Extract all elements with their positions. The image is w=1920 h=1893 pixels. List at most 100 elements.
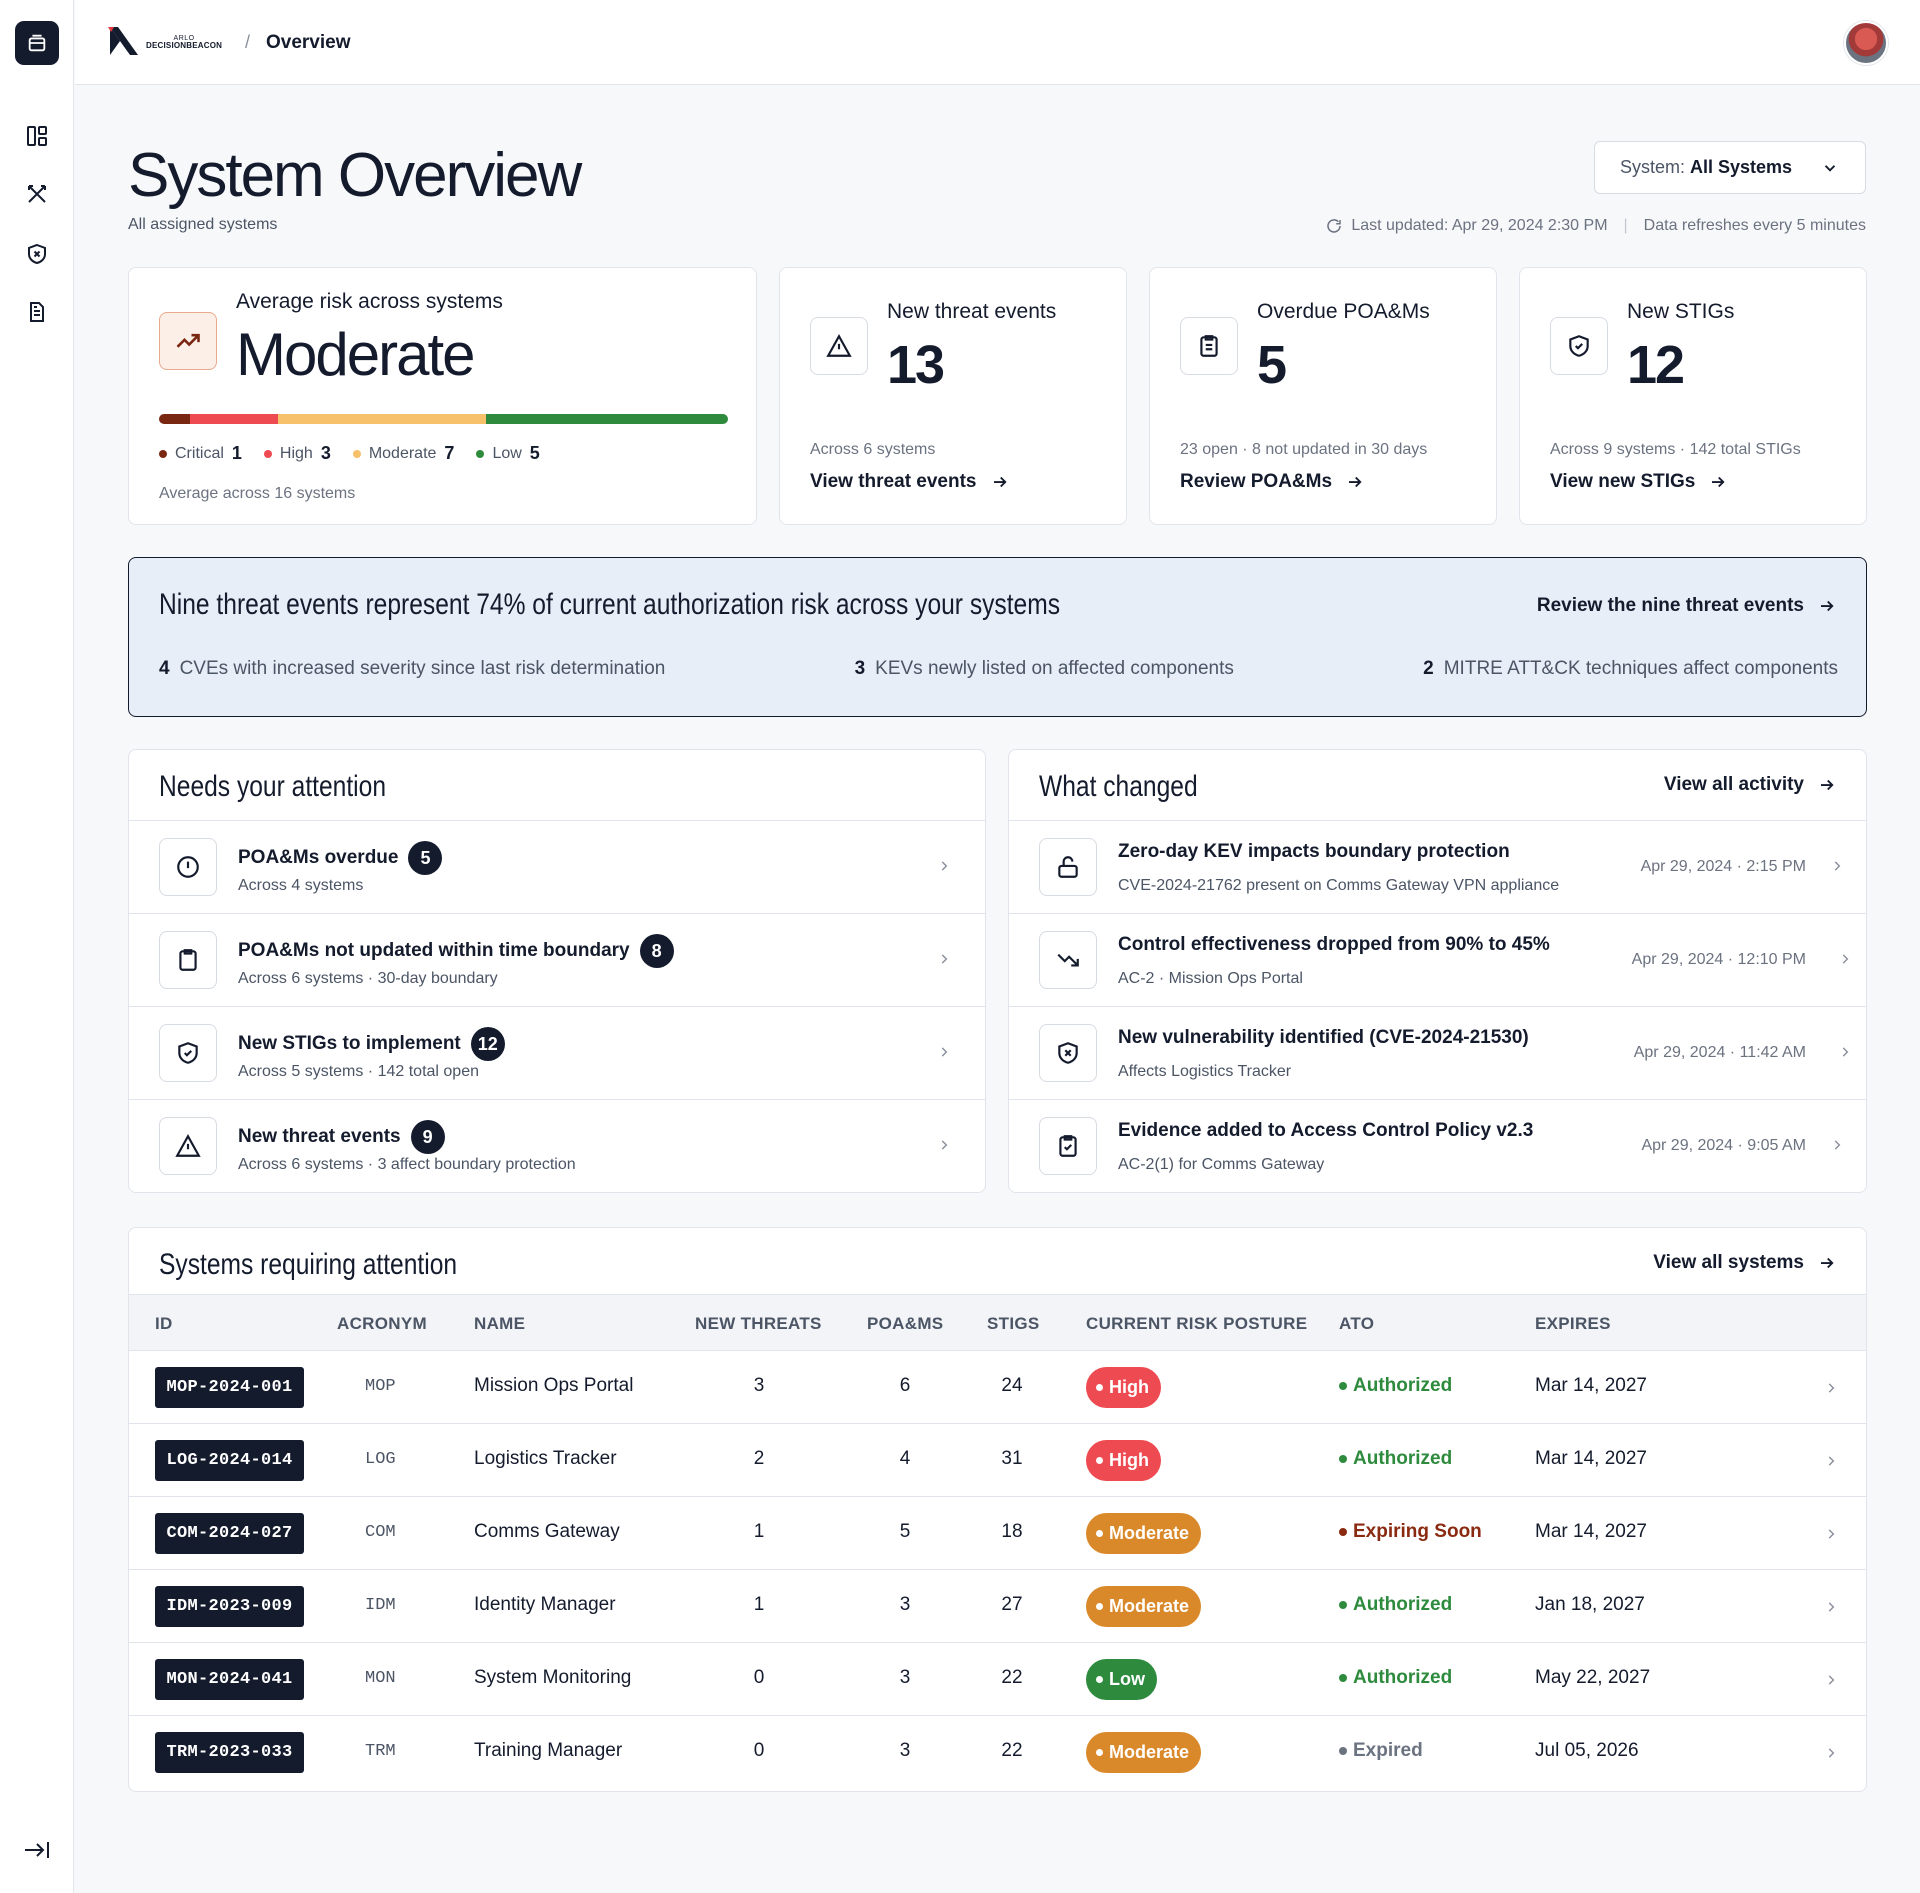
chevron-right-icon bbox=[1828, 1602, 1835, 1612]
legend-count: 7 bbox=[444, 443, 455, 463]
column-header[interactable]: NEW THREATS bbox=[695, 1314, 822, 1334]
chevron-right-icon bbox=[1842, 1047, 1849, 1057]
top-bar: ARLO DECISIONBEACON / Overview bbox=[75, 0, 1920, 85]
view-all-systems-link[interactable]: View all systems bbox=[1653, 1252, 1836, 1274]
new-threats-count: 3 bbox=[753, 1375, 765, 1396]
attention-row[interactable]: New STIGs to implement 12 Across 5 system… bbox=[129, 1007, 985, 1100]
row-sub: AC-2 · Mission Ops Portal bbox=[1118, 970, 1303, 987]
chevron-right-icon bbox=[941, 1047, 948, 1057]
row-time: Apr 29, 2024 · 9:05 AM bbox=[1641, 1137, 1806, 1154]
view-threat-events-link[interactable]: View threat events bbox=[810, 471, 1009, 493]
chevron-right-icon bbox=[941, 861, 948, 871]
nav-threats[interactable] bbox=[23, 180, 51, 208]
collapse-arrow-icon bbox=[25, 1842, 49, 1858]
row-icon-box bbox=[159, 838, 217, 896]
risk-segment-low bbox=[486, 414, 728, 424]
brand-name: DECISIONBEACON bbox=[146, 40, 223, 50]
risk-posture-label: Low bbox=[1109, 1669, 1145, 1689]
activity-row[interactable]: Evidence added to Access Control Policy … bbox=[1009, 1100, 1866, 1193]
activity-row[interactable]: Zero-day KEV impacts boundary protection… bbox=[1009, 821, 1866, 914]
chevron-right-icon bbox=[941, 1140, 948, 1150]
fact-count: 3 bbox=[854, 658, 866, 679]
stigs-count: 24 bbox=[1001, 1375, 1023, 1396]
expand-sidebar-button[interactable] bbox=[23, 1836, 51, 1864]
row-title: Control effectiveness dropped from 90% t… bbox=[1118, 934, 1550, 955]
column-header[interactable]: CURRENT RISK POSTURE bbox=[1086, 1314, 1307, 1334]
chevron-right-icon bbox=[941, 954, 948, 964]
brand-logo[interactable]: ARLO DECISIONBEACON bbox=[106, 25, 222, 59]
poams-count: 3 bbox=[899, 1667, 911, 1688]
view-all-activity-link[interactable]: View all activity bbox=[1664, 774, 1836, 796]
count-badge: 5 bbox=[408, 841, 443, 875]
nav-dashboard[interactable] bbox=[23, 122, 51, 150]
table-row[interactable]: TRM-2023-033 TRM Training Manager 0 3 22 Moder… bbox=[129, 1716, 1866, 1789]
expires-date: Mar 14, 2027 bbox=[1535, 1521, 1647, 1542]
clipboard-check-icon bbox=[1059, 1135, 1077, 1157]
chevron-right-icon bbox=[1842, 954, 1849, 964]
stat-label: Overdue POA&Ms bbox=[1257, 300, 1430, 323]
risk-icon-box bbox=[159, 312, 217, 370]
system-select-value: All Systems bbox=[1690, 157, 1793, 177]
user-avatar[interactable] bbox=[1844, 21, 1888, 65]
row-title: New threat events bbox=[238, 1126, 401, 1147]
expires-date: Mar 14, 2027 bbox=[1535, 1448, 1647, 1469]
legend-label: Moderate bbox=[368, 444, 437, 462]
stat-sub: 23 open · 8 not updated in 30 days bbox=[1180, 441, 1428, 458]
chevron-right-icon bbox=[1834, 861, 1841, 871]
system-id-chip: MON-2024-041 bbox=[155, 1659, 304, 1700]
table-row[interactable]: COM-2024-027 COM Comms Gateway 1 5 18 Moderate… bbox=[129, 1497, 1866, 1570]
decisionbeacon-logo-icon bbox=[108, 27, 138, 55]
fact-text: KEVs newly listed on affected components bbox=[875, 658, 1234, 679]
column-header[interactable]: ACRONYM bbox=[337, 1314, 427, 1334]
attention-row[interactable]: New threat events 9 Across 6 systems · 3 … bbox=[129, 1100, 985, 1193]
nav-security[interactable] bbox=[23, 240, 51, 268]
poams-count: 6 bbox=[899, 1375, 911, 1396]
insight-link-label: Review the nine threat events bbox=[1536, 595, 1804, 616]
panel-title: What changed bbox=[1039, 770, 1198, 803]
fact-count: 4 bbox=[159, 658, 170, 679]
app-switcher-button[interactable] bbox=[15, 21, 59, 65]
legend-count: 1 bbox=[231, 443, 242, 463]
arrow-right-icon bbox=[1821, 1257, 1834, 1269]
system-name: Mission Ops Portal bbox=[474, 1375, 634, 1396]
unlock-icon bbox=[1058, 856, 1078, 878]
insight-title: Nine threat events represent 74% of curr… bbox=[159, 588, 1061, 621]
attention-row[interactable]: POA&Ms not updated within time boundary 8… bbox=[129, 914, 985, 1007]
table-row[interactable]: MOP-2024-001 MOP Mission Ops Portal 3 6 24 Hig… bbox=[129, 1351, 1866, 1424]
column-header[interactable]: STIGS bbox=[987, 1314, 1040, 1334]
column-header[interactable]: POA&MS bbox=[867, 1314, 943, 1334]
ato-status: Authorized bbox=[1339, 1375, 1452, 1397]
legend-count: 5 bbox=[529, 443, 540, 463]
activity-row[interactable]: Control effectiveness dropped from 90% t… bbox=[1009, 914, 1866, 1007]
table-row[interactable]: LOG-2024-014 LOG Logistics Tracker 2 4 31 High… bbox=[129, 1424, 1866, 1497]
table-header: ID ACRONYM NAME NEW THREATS POA&MS STIGS… bbox=[129, 1294, 1866, 1351]
chevron-down-icon bbox=[1824, 165, 1836, 172]
stat-sub: Across 6 systems bbox=[810, 441, 936, 458]
table-row[interactable]: IDM-2023-009 IDM Identity Manager 1 3 27 Moder… bbox=[129, 1570, 1866, 1643]
activity-row[interactable]: New vulnerability identified (CVE-2024-2… bbox=[1009, 1007, 1866, 1100]
view-new-stigs-link[interactable]: View new STIGs bbox=[1550, 471, 1727, 493]
ato-status: Expired bbox=[1339, 1740, 1423, 1762]
table-row[interactable]: MON-2024-041 MON System Monitoring 0 3 22 Low A… bbox=[129, 1643, 1866, 1716]
review-nine-threats-link[interactable]: Review the nine threat events bbox=[1537, 595, 1836, 617]
ato-status: Expiring Soon bbox=[1339, 1521, 1482, 1543]
row-icon-box bbox=[159, 1117, 217, 1175]
review-poams-link[interactable]: Review POA&Ms bbox=[1180, 471, 1364, 493]
row-title: New STIGs to implement bbox=[238, 1033, 461, 1054]
risk-posture-label: Moderate bbox=[1109, 1523, 1190, 1543]
column-header[interactable]: ATO bbox=[1339, 1314, 1374, 1334]
legend-item: Moderate 7 bbox=[352, 443, 455, 464]
attention-row[interactable]: POA&Ms overdue 5 Across 4 systems bbox=[129, 821, 985, 914]
ato-label: Authorized bbox=[1353, 1448, 1453, 1469]
row-sub: AC-2(1) for Comms Gateway bbox=[1118, 1156, 1325, 1173]
row-icon-box bbox=[1039, 838, 1097, 896]
arrow-right-icon bbox=[1821, 779, 1834, 791]
row-title: Zero-day KEV impacts boundary protection bbox=[1118, 841, 1510, 862]
nav-documents[interactable] bbox=[23, 298, 51, 326]
ato-label: Authorized bbox=[1353, 1667, 1453, 1688]
column-header[interactable]: NAME bbox=[474, 1314, 525, 1334]
column-header[interactable]: ID bbox=[155, 1314, 173, 1334]
system-select[interactable]: System: All Systems bbox=[1594, 141, 1866, 194]
row-sub: Across 6 systems · 3 affect boundary pro… bbox=[238, 1156, 576, 1173]
column-header[interactable]: EXPIRES bbox=[1535, 1314, 1611, 1334]
